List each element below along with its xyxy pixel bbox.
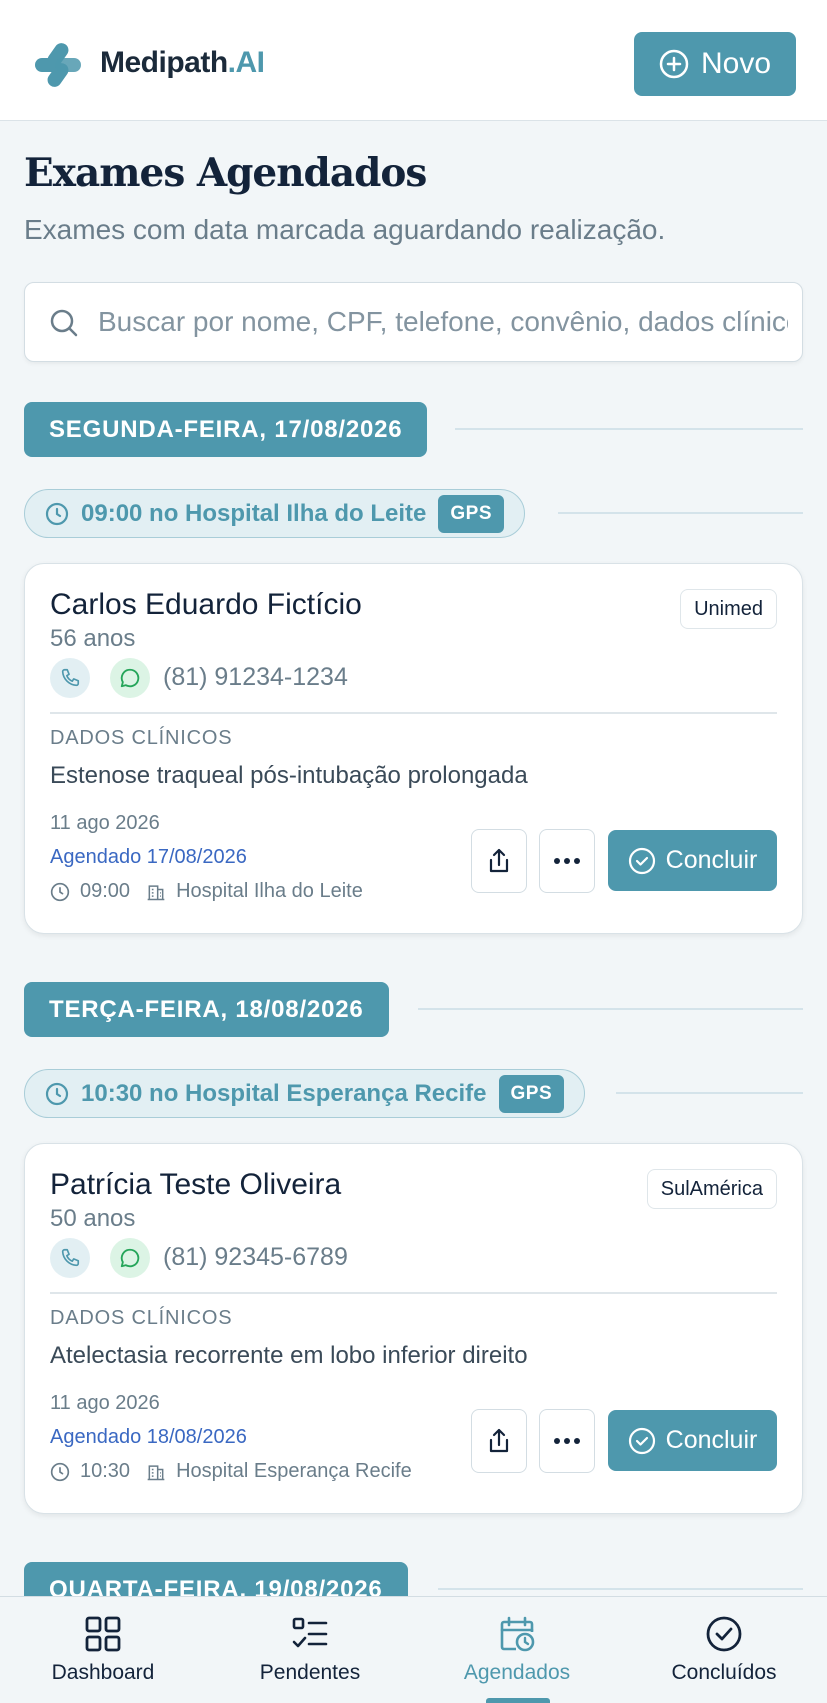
exam-location: Hospital Esperança Recife — [176, 1460, 412, 1482]
created-date: 11 ago 2026 — [50, 1392, 160, 1414]
insurance-badge: SulAmérica — [646, 1169, 777, 1209]
more-options-button[interactable] — [539, 1409, 595, 1473]
time-location-label: 10:30 no Hospital Esperança Recife — [81, 1079, 487, 1107]
exam-time: 10:30 — [80, 1460, 131, 1482]
clock-icon — [45, 1082, 69, 1105]
exam-card[interactable]: Carlos Eduardo Fictício 56 anos Unimed (… — [24, 563, 803, 934]
new-exam-button[interactable]: Novo — [634, 32, 796, 96]
plus-circle-icon — [659, 49, 689, 79]
divider-line — [455, 428, 803, 430]
page-title: Exames Agendados — [24, 150, 427, 196]
clock-icon — [50, 1462, 70, 1481]
bottom-nav: Dashboard Pendentes Agendados Concluídos — [0, 1596, 827, 1703]
patient-name: Patrícia Teste Oliveira — [50, 1168, 342, 1201]
search-input[interactable] — [98, 297, 788, 347]
patient-phone: (81) 91234-1234 — [163, 663, 348, 691]
card-divider — [50, 1292, 777, 1294]
building-icon — [147, 1464, 165, 1480]
new-button-label: Novo — [700, 47, 772, 80]
check-circle-icon — [706, 1616, 742, 1652]
checklist-icon — [292, 1617, 328, 1648]
time-location-label: 09:00 no Hospital Ilha do Leite — [81, 499, 427, 527]
nav-label: Agendados — [463, 1661, 571, 1684]
exam-location: Hospital Ilha do Leite — [176, 880, 363, 902]
nav-item-pendentes[interactable]: Pendentes — [207, 1597, 413, 1703]
check-circle-icon — [628, 1427, 655, 1454]
top-bar: Medipath.AI Novo — [0, 0, 827, 121]
date-header: SEGUNDA-FEIRA, 17/08/2026 — [24, 402, 428, 457]
created-date: 11 ago 2026 — [50, 812, 160, 834]
call-button[interactable] — [50, 658, 90, 698]
conclude-button[interactable]: Concluir — [608, 830, 777, 891]
whatsapp-button[interactable] — [110, 1238, 150, 1278]
calendar-clock-icon — [500, 1616, 535, 1652]
exam-card[interactable]: Patrícia Teste Oliveira 50 anos SulAméri… — [24, 1143, 803, 1514]
patient-name: Carlos Eduardo Fictício — [50, 588, 362, 621]
search-icon — [50, 309, 78, 337]
nav-item-agendados[interactable]: Agendados — [414, 1597, 620, 1703]
more-dots-icon — [554, 858, 580, 864]
divider-line — [438, 1588, 803, 1590]
call-button[interactable] — [50, 1238, 90, 1278]
nav-label: Pendentes — [259, 1661, 361, 1684]
date-header: TERÇA-FEIRA, 18/08/2026 — [24, 982, 389, 1037]
clock-icon — [45, 502, 69, 525]
conclude-button[interactable]: Concluir — [608, 1410, 777, 1471]
time-location-pill[interactable]: 10:30 no Hospital Esperança Recife GPS — [24, 1069, 586, 1118]
phone-icon — [61, 1248, 80, 1267]
check-circle-icon — [628, 847, 655, 874]
active-tab-indicator — [486, 1698, 550, 1703]
building-icon — [147, 884, 165, 900]
scheduled-date: Agendado 17/08/2026 — [50, 846, 247, 868]
share-icon — [489, 848, 509, 873]
dashboard-grid-icon — [85, 1616, 121, 1652]
nav-label: Concluídos — [671, 1661, 777, 1684]
nav-item-concluidos[interactable]: Concluídos — [621, 1597, 827, 1703]
whatsapp-button[interactable] — [110, 658, 150, 698]
divider-line — [616, 1092, 803, 1094]
patient-age: 50 anos — [50, 1205, 136, 1232]
gps-button[interactable]: GPS — [498, 1074, 565, 1113]
more-options-button[interactable] — [539, 829, 595, 893]
insurance-badge: Unimed — [680, 589, 777, 629]
schedule-meta: 09:00 Hospital Ilha do Leite — [50, 880, 363, 903]
clinical-data-text: Atelectasia recorrente em lobo inferior … — [50, 1342, 528, 1369]
clock-icon — [50, 882, 70, 901]
nav-label: Dashboard — [51, 1661, 155, 1684]
divider-line — [418, 1008, 803, 1010]
whatsapp-icon — [120, 1248, 140, 1268]
brand-name: Medipath.AI — [100, 46, 265, 79]
phone-icon — [61, 668, 80, 687]
gps-button[interactable]: GPS — [438, 494, 505, 533]
medipath-logo-icon — [35, 43, 81, 87]
scheduled-date: Agendado 18/08/2026 — [50, 1426, 247, 1448]
search-box — [24, 282, 803, 362]
patient-age: 56 anos — [50, 625, 136, 652]
more-dots-icon — [554, 1438, 580, 1444]
conclude-label: Concluir — [665, 846, 758, 874]
card-divider — [50, 712, 777, 714]
exam-time: 09:00 — [80, 880, 131, 902]
whatsapp-icon — [120, 668, 140, 688]
divider-line — [558, 512, 803, 514]
patient-phone: (81) 92345-6789 — [163, 1243, 348, 1271]
share-button[interactable] — [471, 829, 527, 893]
time-location-pill[interactable]: 09:00 no Hospital Ilha do Leite GPS — [24, 489, 526, 538]
clinical-data-label: DADOS CLÍNICOS — [50, 1307, 233, 1329]
schedule-meta: 10:30 Hospital Esperança Recife — [50, 1460, 412, 1483]
clinical-data-text: Estenose traqueal pós-intubação prolonga… — [50, 762, 528, 789]
nav-item-dashboard[interactable]: Dashboard — [0, 1597, 206, 1703]
share-button[interactable] — [471, 1409, 527, 1473]
page-subtitle: Exames com data marcada aguardando reali… — [24, 214, 666, 245]
conclude-label: Concluir — [665, 1426, 758, 1454]
clinical-data-label: DADOS CLÍNICOS — [50, 727, 233, 749]
share-icon — [489, 1428, 509, 1453]
